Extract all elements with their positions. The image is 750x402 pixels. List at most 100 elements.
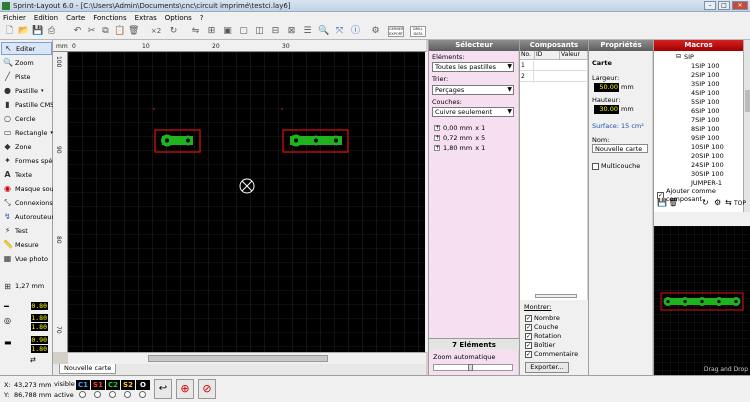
menu-fichier[interactable]: Fichier [3,14,26,22]
scroll-thumb[interactable] [148,355,328,362]
table-row[interactable]: 1 [520,61,588,71]
tool-piste[interactable]: ╱ Piste [1,70,52,83]
drill-row[interactable]: +1,80 mm x 1 [434,144,485,152]
tool-test[interactable]: ⚡ Test [1,224,52,237]
group-icon[interactable]: ▣ [222,26,233,37]
show-boitier[interactable]: ✓ Boîtier [525,341,555,349]
tool-cercle[interactable]: ○ Cercle [1,112,52,125]
save-macro-icon[interactable]: 💾 [657,198,667,207]
menu-fonctions[interactable]: Fonctions [93,14,126,22]
tool-pastille-cms[interactable]: ▮ Pastille CMS [1,98,54,111]
rotate-icon[interactable]: ↻ [168,26,179,37]
pcb-canvas[interactable] [68,52,426,352]
top-view-label[interactable]: TOP [734,200,746,207]
transform-icon[interactable]: ⤧ [334,26,345,37]
menu-extras[interactable]: Extras [135,14,157,22]
export-button[interactable]: Exporter... [525,362,569,373]
menu-help[interactable]: ? [200,14,204,22]
col-no[interactable]: No. [520,51,535,60]
mirror-icon[interactable]: ⇋ [190,26,201,37]
copy-icon[interactable]: ⧉ [100,26,111,37]
show-rotation[interactable]: ✓ Rotation [525,332,561,340]
collapse-icon[interactable]: ⊟ [676,53,681,60]
delete-macro-icon[interactable]: 🗑 [668,198,678,207]
col-valeur[interactable]: Valeur [560,51,588,60]
macro-item[interactable]: 10SIP 100 [691,143,724,151]
menu-edition[interactable]: Edition [34,14,58,22]
table-row[interactable]: 2 [520,72,588,82]
macro-item[interactable]: 20SIP 100 [691,152,724,160]
macro-folder-sip[interactable]: SIP [684,53,694,61]
tool-mesure[interactable]: 📏 Mesure [1,238,52,251]
paste-icon[interactable]: 📋 [114,26,125,37]
track-width-value[interactable]: 0.80 [31,302,48,310]
no-connection-icon[interactable]: ⊘ [198,379,216,399]
col-id[interactable]: ID [535,51,560,60]
settings-icon[interactable]: ⚙ [370,26,381,37]
macro-item[interactable]: 5SIP 100 [691,98,720,106]
print-icon[interactable]: ⎙ [46,26,57,37]
tool-texte[interactable]: A Texte [1,168,52,181]
tool-zoom[interactable]: 🔍 Zoom [1,56,52,69]
hook-icon[interactable]: ↩ [154,379,172,399]
macro-item[interactable]: JUMPER-1 [691,179,722,187]
macro-item[interactable]: 4SIP 100 [691,89,720,97]
zoom-search-icon[interactable]: 🔍 [318,26,329,37]
macro-item[interactable]: 6SIP 100 [691,107,720,115]
undo-icon[interactable]: ↶ [72,26,83,37]
new-file-icon[interactable]: 🗋 [4,26,15,37]
pad-inner-value[interactable]: 1.80 [31,323,48,331]
swap-icon[interactable]: ⇄ [30,356,36,364]
menu-options[interactable]: Options [165,14,192,22]
grid-selector[interactable]: ⊞ 1,27 mm [1,278,52,294]
layer-o[interactable]: O [136,380,150,390]
macro-item[interactable]: 8SIP 100 [691,125,720,133]
macro-item[interactable]: 30SIP 100 [691,170,724,178]
tool-rectangle[interactable]: ▭ Rectangle ▾ [1,126,53,139]
tool-vue-photo[interactable]: ▦ Vue photo [1,252,52,265]
macro-item[interactable]: 1SIP 100 [691,62,720,70]
slider-thumb[interactable] [468,364,473,371]
rotate-macro-icon[interactable]: ↻ [702,198,709,207]
name-input[interactable]: Nouvelle carte [592,144,648,153]
tab-nouvelle-carte[interactable]: Nouvelle carte [59,364,117,374]
layer-c2[interactable]: C2 [106,380,120,390]
macro-item[interactable]: 3SIP 100 [691,80,720,88]
radio-s1[interactable] [94,391,101,398]
width-input[interactable]: 50.00 [594,83,619,92]
macro-item[interactable]: 24SIP 100 [691,161,724,169]
macro-item[interactable]: 9SIP 100 [691,134,720,142]
info-icon[interactable]: ⓘ [350,26,361,37]
multilayer-checkbox[interactable]: Multicouche [592,162,640,170]
layers-icon[interactable]: ☰ [302,26,313,37]
tool-pastille[interactable]: ● Pastille ▾ [1,84,52,97]
pad-outer-value[interactable]: 1.80 [31,314,48,322]
smd-height-value[interactable]: 1.80 [31,345,48,353]
maximize-button[interactable]: □ [718,1,730,10]
gerber-export-button[interactable]: GERBER EXPORT [388,26,404,37]
delete-icon[interactable]: 🗑 [128,26,139,37]
save-icon[interactable]: 💾 [32,26,43,37]
radio-c1[interactable] [79,391,86,398]
grid-icon[interactable]: ⊟ [270,26,281,37]
drill-row[interactable]: +0,00 mm x 1 [434,124,485,132]
show-nombre[interactable]: ✓ Nombre [525,314,560,322]
tool-masque[interactable]: ◉ Masque soud. [1,182,60,195]
tool-editer[interactable]: ↖ Editer [1,42,52,55]
sort-select[interactable]: Perçages ▼ [432,85,514,95]
settings-icon[interactable]: ⚙ [714,198,721,207]
elements-select[interactable]: Toutes les pastilles ▼ [432,62,514,72]
layer-s1[interactable]: S1 [91,380,105,390]
layer-swap-icon[interactable]: ⇆ [725,198,732,207]
open-folder-icon[interactable]: 📂 [18,26,29,37]
radio-o[interactable] [139,391,146,398]
drill-row[interactable]: +0,72 mm x 5 [434,134,485,142]
cut-icon[interactable]: ✂ [86,26,97,37]
macro-item[interactable]: 7SIP 100 [691,116,720,124]
drill-data-button[interactable]: DRILL DATA [410,26,426,37]
tool-formes[interactable]: ✦ Formes spéc. [1,154,58,167]
minimize-button[interactable]: – [704,1,716,10]
smd-width-value[interactable]: 0.90 [31,336,48,344]
radio-s2[interactable] [124,391,131,398]
show-couche[interactable]: ✓ Couche [525,323,558,331]
